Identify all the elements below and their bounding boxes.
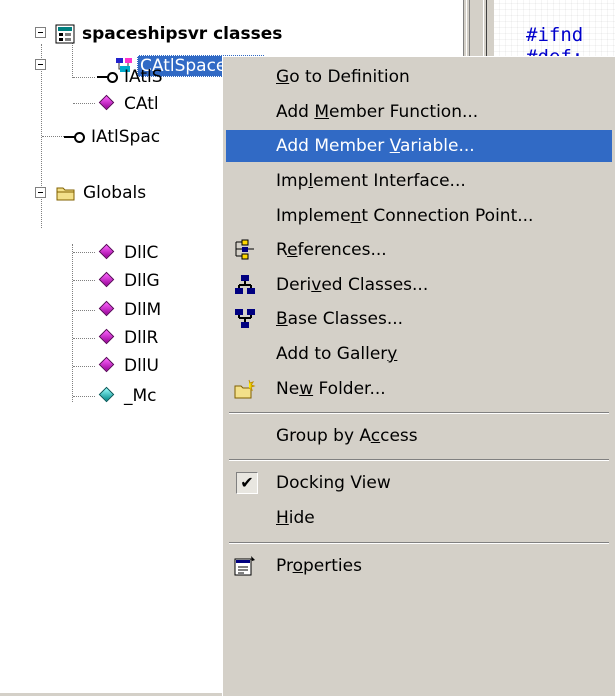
tree-item-label: DllM	[124, 300, 162, 320]
menu-item-implement-interface[interactable]: Implement Interface...	[226, 165, 612, 197]
menu-item-add-member-variable[interactable]: Add Member Variable...	[226, 130, 612, 162]
menu-item-references[interactable]: References...	[226, 234, 612, 266]
tree-item-label: CAtl	[124, 94, 159, 114]
code-line: #ifnd	[526, 24, 584, 46]
menu-item-new-folder[interactable]: New Folder...	[226, 373, 612, 405]
menu-item-base-classes[interactable]: Base Classes...	[226, 303, 612, 335]
menu-item-hide[interactable]: Hide	[226, 502, 612, 534]
menu-item-label: Go to Definition	[276, 67, 410, 87]
menu-item-group-by-access[interactable]: Group by Access	[226, 420, 612, 452]
tree-item-label: IAtlSpac	[91, 127, 161, 147]
folder-icon	[56, 183, 76, 203]
tree-item-interface[interactable]: IAtlS	[97, 65, 166, 89]
menu-item-label: References...	[276, 240, 387, 260]
tree-item-label: DllG	[124, 271, 160, 291]
references-icon	[234, 239, 256, 261]
tree-item-function[interactable]: DllM	[97, 298, 164, 322]
menu-item-derived-classes[interactable]: Derived Classes...	[226, 269, 612, 301]
context-menu: Go to Definition Add Member Function... …	[222, 56, 615, 696]
menu-separator	[229, 542, 609, 544]
tree-root[interactable]: spaceshipsvr classes	[55, 22, 285, 46]
menu-item-label: Add Member Function...	[276, 102, 479, 122]
base-classes-icon	[234, 308, 256, 330]
collapse-root-button[interactable]	[35, 27, 46, 38]
tree-item-label: DllC	[124, 243, 159, 263]
menu-item-add-member-function[interactable]: Add Member Function...	[226, 96, 612, 128]
tree-item-label: DllR	[124, 328, 159, 348]
function-icon	[97, 328, 117, 348]
tree-item-function[interactable]: DllR	[97, 326, 161, 350]
tree-item-function[interactable]: DllG	[97, 269, 163, 293]
menu-item-go-to-definition[interactable]: Go to Definition	[226, 61, 612, 93]
derived-classes-icon	[234, 274, 256, 296]
menu-item-docking-view[interactable]: ✔ Docking View	[226, 467, 612, 499]
menu-item-add-to-gallery[interactable]: Add to Gallery	[226, 338, 612, 370]
tree-item-function[interactable]: DllC	[97, 241, 161, 265]
tree-item-function[interactable]: DllU	[97, 354, 162, 378]
tree-item-label: Globals	[83, 183, 147, 203]
menu-separator	[229, 459, 609, 461]
function-icon	[97, 243, 117, 263]
menu-item-label: Group by Access	[276, 426, 418, 446]
function-icon	[97, 271, 117, 291]
tree-item-globals[interactable]: Globals	[56, 181, 149, 205]
menu-item-label: Derived Classes...	[276, 275, 429, 295]
tree-root-label: spaceshipsvr classes	[82, 24, 283, 44]
tree-item-label: _Mc	[124, 386, 157, 406]
collapse-catlspaceship-button[interactable]	[35, 59, 46, 70]
function-icon	[97, 356, 117, 376]
tree-item-label: DllU	[124, 356, 159, 376]
variable-icon	[97, 386, 117, 406]
project-classes-icon	[55, 24, 75, 44]
new-folder-icon	[234, 378, 256, 400]
menu-item-label: Docking View	[276, 473, 391, 493]
menu-item-label: Hide	[276, 508, 315, 528]
menu-item-label: Add to Gallery	[276, 344, 398, 364]
tree-item-variable[interactable]: _Mc	[97, 384, 160, 408]
tree-item-label: IAtlS	[124, 67, 163, 87]
function-icon	[97, 300, 117, 320]
properties-icon	[234, 555, 256, 577]
tree-item-method[interactable]: CAtl	[97, 92, 162, 116]
interface-icon	[64, 127, 85, 147]
menu-item-label: Properties	[276, 556, 362, 576]
method-icon	[97, 94, 117, 114]
menu-item-label: Base Classes...	[276, 309, 404, 329]
menu-item-label: Implement Interface...	[276, 171, 466, 191]
menu-item-label: New Folder...	[276, 379, 386, 399]
menu-item-label: Add Member Variable...	[276, 136, 475, 156]
menu-item-label: Implement Connection Point...	[276, 206, 534, 226]
tree-item-interface[interactable]: IAtlSpac	[64, 125, 163, 149]
menu-item-properties[interactable]: Properties	[226, 550, 612, 582]
interface-icon	[97, 67, 118, 87]
collapse-globals-button[interactable]	[35, 187, 46, 198]
menu-item-implement-connection-point[interactable]: Implement Connection Point...	[226, 200, 612, 232]
menu-separator	[229, 412, 609, 414]
checkmark-icon: ✔	[236, 472, 258, 494]
